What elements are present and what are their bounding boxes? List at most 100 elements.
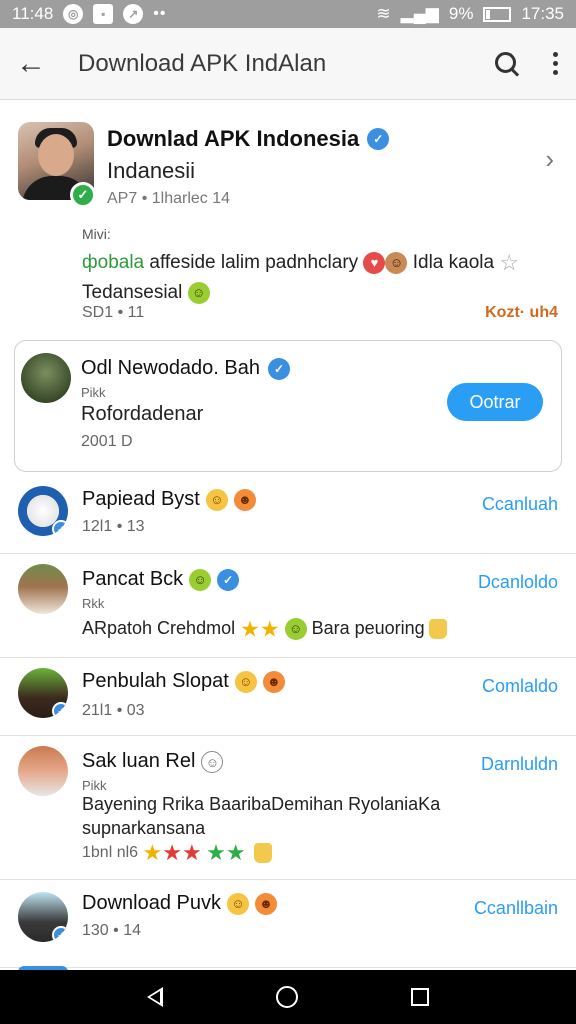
nav-recents-icon[interactable] xyxy=(411,988,430,1006)
status-left: 11:48 ◎ ▪ ↗ •• xyxy=(12,4,166,24)
verified-check-icon: ✓ xyxy=(70,182,96,208)
item-desc-a: ARpatoh Crehdmol xyxy=(82,618,236,638)
list-item[interactable]: Sak luan Rel ☺ Pikk Bayening Rrika Baari… xyxy=(0,736,576,880)
item-download-link[interactable]: Ccanluah xyxy=(482,494,558,515)
app-icon: ▪ xyxy=(93,4,114,24)
item-stats: 130 • 14 xyxy=(82,922,141,939)
list-item[interactable]: ✓ Download Puvk ☺ ☻ 130 • 14 Ccanllbain xyxy=(0,880,576,968)
star-icon: ★ xyxy=(142,840,163,865)
item-name-text: Download Puvk xyxy=(82,892,221,914)
smile-emoji-icon: ☺ xyxy=(205,488,228,511)
item-avatar: ✓ xyxy=(18,668,68,718)
smile-emoji-icon: ☺ xyxy=(187,282,210,304)
star-icon: ★ xyxy=(181,840,202,865)
heart-emoji-icon: ♥ xyxy=(363,252,386,274)
profile-title: Downlad APK Indonesia ✓ xyxy=(107,126,390,152)
item-name-text: Pancat Bck xyxy=(82,568,184,590)
desc-text: affeside lalim padnhclary xyxy=(144,252,359,274)
card-action-button[interactable]: Ootrar xyxy=(447,383,543,421)
list-item[interactable]: ✓ Penbulah Slopat ☺ ☻ 21l1 • 03 Comlaldo xyxy=(0,658,576,736)
item-stats: 12l1 • 13 xyxy=(82,518,145,535)
system-nav-bar xyxy=(0,970,576,1024)
item-name: Download Puvk ☺ ☻ xyxy=(82,892,277,915)
wifi-icon: ≋ xyxy=(376,4,391,23)
battery-icon xyxy=(483,6,512,22)
star-outline-icon: ☆ xyxy=(499,250,520,275)
more-notifications-icon: •• xyxy=(153,5,167,22)
status-bar: 11:48 ◎ ▪ ↗ •• ≋ ▂▄▆ 9% 17:35 xyxy=(0,0,576,28)
card-stats: 2001 D xyxy=(81,433,133,450)
profile-rank: Kozt· uh4 xyxy=(485,304,558,321)
battery-percent: 9% xyxy=(448,4,474,23)
list-item[interactable]: ✓ Papiead Byst ☺ ☻ 12l1 • 13 Ccanluah xyxy=(0,480,576,554)
laugh-emoji-icon: ☻ xyxy=(233,488,256,511)
nav-home-icon[interactable] xyxy=(275,986,298,1008)
status-time-left: 11:48 xyxy=(12,4,54,23)
profile-meta: AP7 • 1lharlec 14 xyxy=(107,190,231,207)
star-icon: ★ xyxy=(225,840,246,865)
item-download-link[interactable]: Comlaldo xyxy=(482,676,558,697)
verified-badge-icon: ✓ xyxy=(52,520,68,536)
featured-card[interactable]: Odl Newodado. Bah ✓ Pikk Rofordadenar 20… xyxy=(14,340,562,472)
smile-emoji-icon: ☺ xyxy=(234,670,257,693)
back-arrow-icon[interactable]: ← xyxy=(16,47,56,81)
item-name-text: Penbulah Slopat xyxy=(82,670,229,692)
card-name-text: Odl Newodado. Bah xyxy=(81,357,261,379)
star-icon: ★ xyxy=(240,616,260,642)
smile-emoji-icon: ☺ xyxy=(226,892,249,915)
star-icon: ★ xyxy=(206,840,226,865)
tongue-emoji-icon: ☺ xyxy=(189,568,212,591)
verified-badge-icon: ✓ xyxy=(367,128,390,150)
item-avatar xyxy=(18,564,68,614)
laugh-emoji-icon: ☻ xyxy=(254,892,277,915)
item-desc-b: Bara peuoring xyxy=(311,618,425,638)
status-time-right: 17:35 xyxy=(521,4,564,23)
navigation-icon: ↗ xyxy=(123,4,144,24)
item-rating: 1bnl nl6 ★★★ ★★ xyxy=(82,840,273,866)
item-name: Sak luan Rel ☺ xyxy=(82,750,224,773)
desc-highlight: фobala xyxy=(82,252,145,274)
item-description: Bayening Rrika BaaribaDemihan RyolaniaKa… xyxy=(82,794,441,838)
face-emoji-icon: ☺ xyxy=(385,252,408,274)
profile-header[interactable]: ✓ Downlad APK Indonesia ✓ Indanesii AP7 … xyxy=(0,112,576,332)
card-subtitle: Rofordadenar xyxy=(81,403,204,425)
chevron-right-icon[interactable]: › xyxy=(545,144,554,175)
profile-label: Mivi: xyxy=(82,226,111,242)
item-name-text: Sak luan Rel xyxy=(82,750,196,772)
desc-line2: Tedansesial xyxy=(82,282,183,304)
item-description: ARpatoh Crehdmol ★★ ☺ Bara peuoring xyxy=(82,616,482,641)
desc-tail: Idla kaola xyxy=(407,252,495,274)
profile-stats: SD1 • 11 xyxy=(82,304,145,321)
item-download-link[interactable]: Darnluldn xyxy=(481,754,558,775)
card-small: Pikk xyxy=(81,385,106,400)
item-small: Rkk xyxy=(82,596,105,611)
item-download-link[interactable]: Ccanllbain xyxy=(474,898,558,919)
verified-badge-icon: ✓ xyxy=(217,568,240,591)
nav-back-icon[interactable] xyxy=(146,987,163,1007)
item-name: Penbulah Slopat ☺ ☻ xyxy=(82,670,285,693)
search-icon[interactable] xyxy=(492,49,522,79)
neutral-emoji-icon: ☺ xyxy=(201,750,224,773)
item-download-link[interactable]: Dcanloldo xyxy=(478,572,558,593)
item-avatar: ✓ xyxy=(18,486,68,536)
laugh-emoji-icon: ☻ xyxy=(262,670,285,693)
verified-badge-icon: ✓ xyxy=(52,702,68,718)
star-icon: ★ xyxy=(162,840,182,865)
item-name: Pancat Bck ☺ ✓ xyxy=(82,568,240,591)
profile-title-text: Downlad APK Indonesia xyxy=(107,126,360,151)
app-toolbar: ← Download APK IndAlan xyxy=(0,28,576,100)
list-item[interactable]: Pancat Bck ☺ ✓ Rkk ARpatoh Crehdmol ★★ ☺… xyxy=(0,554,576,658)
item-avatar xyxy=(18,746,68,796)
item-small: Pikk xyxy=(82,778,107,793)
verified-badge-icon: ✓ xyxy=(268,357,291,380)
status-right: ≋ ▂▄▆ 9% 17:35 xyxy=(376,4,564,24)
item-avatar: ✓ xyxy=(18,892,68,942)
toolbar-title: Download APK IndAlan xyxy=(78,49,327,77)
verified-badge-icon: ✓ xyxy=(52,926,68,942)
sync-icon: ◎ xyxy=(63,4,84,24)
more-options-icon[interactable] xyxy=(550,52,560,75)
star-icon: ★ xyxy=(259,616,280,642)
signal-icon: ▂▄▆ xyxy=(400,4,439,23)
item-stats: 21l1 • 03 xyxy=(82,702,145,719)
item-name: Papiead Byst ☺ ☻ xyxy=(82,488,256,511)
